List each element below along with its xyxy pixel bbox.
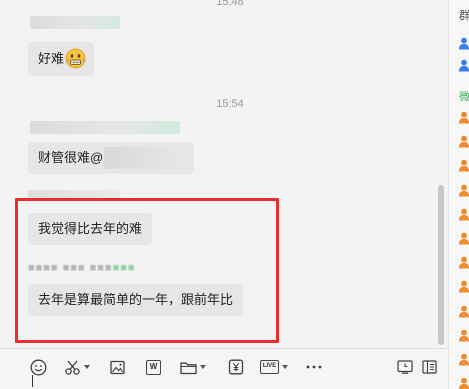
input-toolbar: W LIVE	[0, 348, 448, 389]
highlight-annotation-box	[15, 198, 279, 343]
chevron-down-icon	[282, 365, 288, 369]
member-avatar-icon[interactable]	[458, 232, 469, 245]
member-avatar-icon[interactable]	[458, 280, 469, 293]
member-avatar-icon[interactable]	[458, 305, 469, 318]
emoji-button[interactable]	[30, 358, 47, 376]
live-icon: LIVE	[260, 360, 279, 374]
member-avatar-icon[interactable]	[458, 353, 469, 366]
member-avatar-icon[interactable]	[458, 111, 469, 124]
scissors-icon	[65, 360, 80, 375]
member-list-panel: 群 微	[448, 0, 469, 389]
word-document-icon: W	[146, 359, 161, 375]
member-avatar-icon[interactable]	[458, 59, 469, 72]
send-file-button[interactable]	[180, 358, 206, 376]
member-avatar-icon[interactable]	[458, 329, 469, 342]
image-icon	[110, 360, 125, 374]
message-text: 好难	[38, 51, 65, 66]
redacted-mention	[104, 147, 188, 169]
send-image-button[interactable]	[110, 358, 125, 376]
send-document-button[interactable]: W	[146, 358, 161, 376]
live-button[interactable]: LIVE	[260, 358, 288, 376]
member-avatar-icon[interactable]	[458, 377, 469, 389]
screenshot-button[interactable]	[64, 358, 90, 376]
text-cursor[interactable]	[32, 375, 33, 387]
smiley-icon	[30, 359, 47, 375]
member-avatar-icon[interactable]	[458, 184, 469, 197]
chevron-down-icon	[84, 365, 90, 369]
more-button[interactable]	[306, 358, 322, 376]
timestamp: 15:54	[216, 98, 244, 110]
chevron-down-icon	[200, 365, 206, 369]
clock-window-icon	[397, 360, 413, 374]
member-wechat-header: 微	[459, 91, 469, 103]
member-avatar-icon[interactable]	[458, 208, 469, 221]
member-avatar-icon[interactable]	[458, 159, 469, 172]
panel-icon	[422, 360, 437, 374]
chat-history-button[interactable]	[397, 358, 413, 376]
member-avatar-icon[interactable]	[458, 256, 469, 269]
chat-message-area: 15:48 好难 15:54 财管很难@ 我觉得比去年的难 ■■■■ ■■■ ■…	[0, 0, 436, 389]
sidebar-toggle-button[interactable]	[422, 358, 437, 376]
redacted-sender-name	[30, 16, 120, 29]
member-avatar-icon[interactable]	[458, 37, 469, 50]
scrollbar-thumb[interactable]	[438, 185, 444, 345]
member-group-header: 群	[459, 10, 469, 22]
redacted-sender-name	[30, 121, 180, 134]
message-text: 财管很难@	[38, 150, 104, 165]
more-dots-icon	[306, 365, 322, 369]
folder-icon	[180, 361, 197, 374]
message-bubble[interactable]: 好难	[28, 42, 95, 76]
yen-envelope-icon	[228, 359, 244, 375]
member-avatar-icon[interactable]	[458, 135, 469, 148]
red-packet-button[interactable]	[228, 358, 244, 376]
grimace-emoji-icon	[65, 48, 86, 69]
timestamp: 15:48	[216, 0, 244, 8]
